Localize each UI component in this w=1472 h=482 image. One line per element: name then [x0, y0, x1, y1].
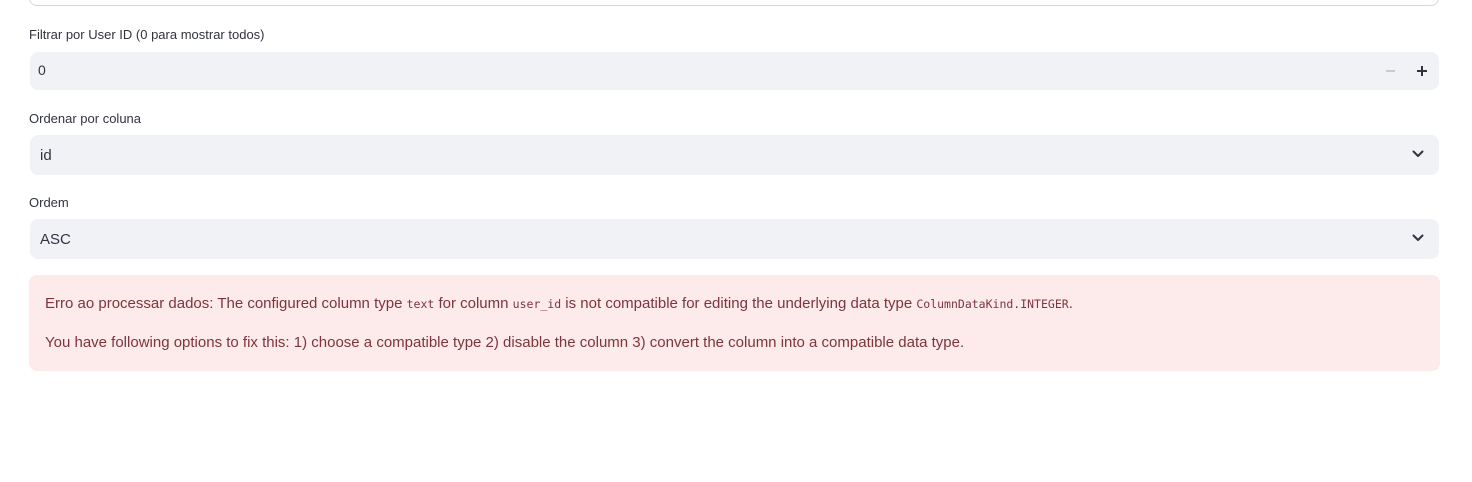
sort-column-select[interactable]: id	[30, 135, 1439, 175]
sort-order-label: Ordem	[29, 195, 69, 210]
error-fix-options: You have following options to fix this: …	[45, 334, 965, 351]
user-id-value[interactable]: 0	[38, 62, 46, 78]
user-id-number-input[interactable]: 0	[30, 52, 1439, 90]
error-mid-2: is not compatible for editing the underl…	[561, 295, 917, 312]
sort-column-selected-value: id	[40, 147, 52, 164]
chevron-down-icon	[1412, 150, 1424, 157]
error-message: Erro ao processar dados: The configured …	[45, 294, 1424, 314]
sort-order-selected-value: ASC	[40, 231, 71, 248]
chevron-down-icon	[1412, 234, 1424, 241]
user-id-filter-label: Filtrar por User ID (0 para mostrar todo…	[29, 27, 265, 42]
data-type-code: ColumnDataKind.INTEGER	[916, 297, 1069, 311]
previous-input-field[interactable]	[29, 0, 1439, 6]
column-type-code: text	[406, 297, 435, 311]
sort-order-select[interactable]: ASC	[30, 219, 1439, 259]
column-name-code: user_id	[512, 297, 562, 311]
error-suffix: .	[1068, 295, 1073, 312]
error-prefix: Erro ao processar dados: The configured …	[45, 295, 407, 312]
decrement-button[interactable]	[1374, 52, 1406, 90]
error-alert: Erro ao processar dados: The configured …	[29, 275, 1440, 371]
increment-button[interactable]	[1406, 52, 1438, 90]
sort-column-label: Ordenar por coluna	[29, 111, 142, 126]
error-mid-1: for column	[434, 295, 513, 312]
plus-icon	[1417, 66, 1427, 76]
minus-icon	[1385, 70, 1395, 72]
